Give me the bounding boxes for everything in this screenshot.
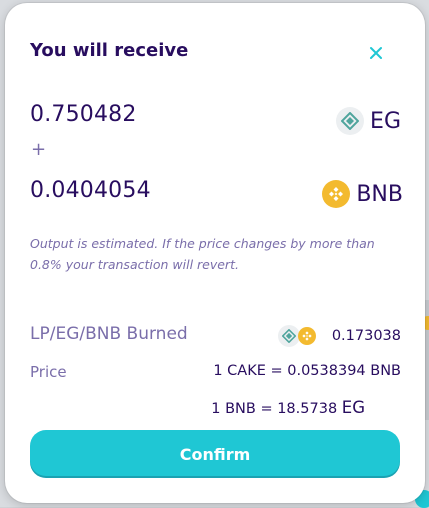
bnb-token-icon [322,180,351,208]
bnb-token-icon [297,327,316,345]
remove-liquidity-confirm-modal: You will receive 0.750482 EG + 0.0404054… [5,3,425,503]
lp-pair-icons [277,324,322,348]
confirm-button[interactable]: Confirm [30,430,400,478]
token-a: EG [336,107,401,135]
burned-value: 0.173038 [331,328,401,344]
modal-title: You will receive [30,40,189,61]
burned-label: LP/EG/BNB Burned [30,324,188,344]
token-b-amount: 0.0404054 [30,178,151,203]
token-a-amount: 0.750482 [30,102,137,127]
eg-token-icon [277,325,300,347]
plus-sign: + [31,139,47,160]
token-b: BNB [322,180,403,208]
burned-amount: 0.173038 [277,324,401,348]
price-bnb-eg: 1 BNB = 18.5738 EG [211,398,365,417]
close-icon [370,47,382,59]
close-button[interactable] [364,41,388,65]
eg-token-icon [336,107,365,135]
price-cake-bnb: 1 CAKE = 0.0538394 BNB [213,363,401,379]
token-b-symbol: BNB [356,181,403,207]
slippage-note: Output is estimated. If the price change… [30,236,375,272]
token-a-symbol: EG [370,108,401,134]
price-bnb-eg-symbol: EG [341,398,365,417]
price-label: Price [30,363,67,381]
price-bnb-eg-value: 1 BNB = 18.5738 [211,401,338,417]
